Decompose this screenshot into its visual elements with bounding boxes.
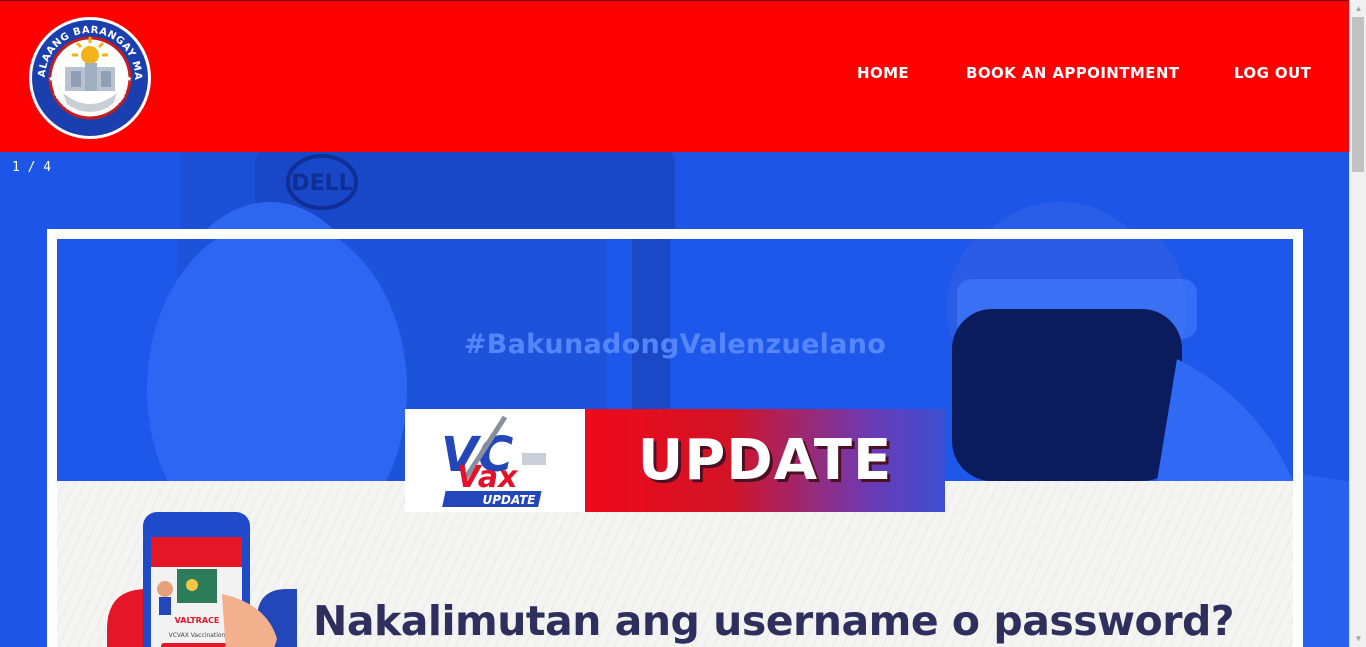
monitor-brand-text: DELL (291, 171, 352, 196)
svg-text:★: ★ (48, 75, 54, 83)
forgot-credentials-headline: Nakalimutan ang username o password? (313, 597, 1235, 645)
image-slideshow[interactable]: DELL 1 / 4 #BakunadongValenzuelano VC Va… (0, 152, 1349, 647)
badge-logo-vax: Vax (457, 460, 519, 495)
scrollbar-thumb[interactable] (1352, 17, 1364, 172)
nav-log-out-link[interactable]: LOG OUT (1234, 64, 1311, 82)
scroll-up-arrow-icon[interactable]: ▲ (1350, 0, 1366, 17)
badge-title-block: UPDATE (585, 409, 945, 512)
vax-update-poster: #BakunadongValenzuelano VC Vax UPDATE UP… (47, 229, 1303, 647)
nav-book-appointment-link[interactable]: BOOK AN APPOINTMENT (966, 64, 1179, 82)
badge-title-text: UPDATE (637, 428, 893, 493)
campaign-hashtag: #BakunadongValenzuelano (463, 329, 887, 360)
nav-home-link[interactable]: HOME (857, 64, 909, 82)
svg-text:★: ★ (126, 75, 132, 83)
valtrace-phone-illustration: VALTRACE VCVAX Vaccination (107, 509, 297, 647)
slide-counter: 1 / 4 (12, 160, 52, 175)
phone-app-name: VALTRACE (175, 616, 220, 625)
site-header: PAMAHALAANG BARANGAY MARULAS LUNGSOD NG … (0, 0, 1349, 152)
page-scrollbar[interactable]: ▲ ▼ (1349, 0, 1366, 647)
phone-app-subtitle: VCVAX Vaccination (169, 632, 226, 639)
badge-logo-update: UPDATE (482, 493, 536, 507)
vc-vax-update-logo: VC Vax UPDATE (405, 409, 585, 512)
vax-update-badge: VC Vax UPDATE UPDATE (405, 409, 945, 512)
barangay-marulas-logo[interactable]: PAMAHALAANG BARANGAY MARULAS LUNGSOD NG … (22, 7, 153, 141)
scroll-down-arrow-icon[interactable]: ▼ (1350, 630, 1366, 647)
